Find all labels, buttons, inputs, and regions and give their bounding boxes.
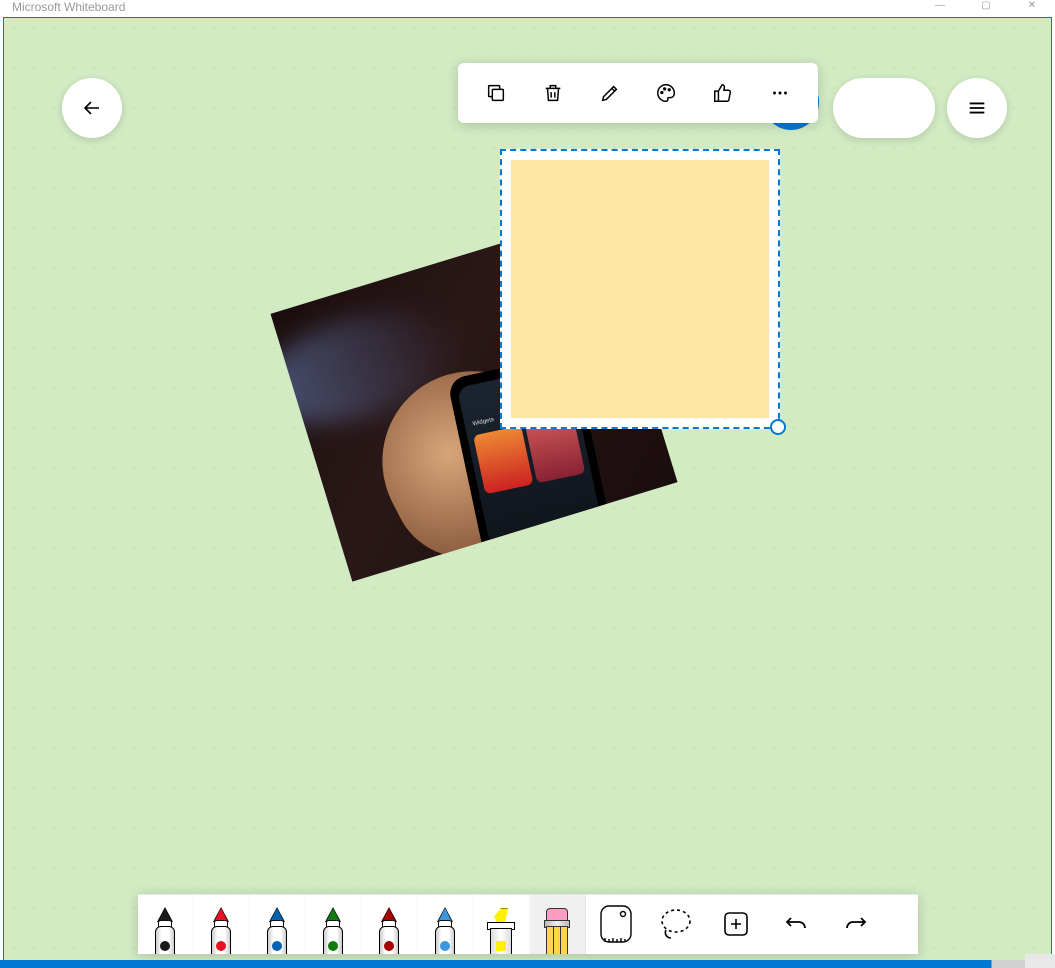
windows-taskbar[interactable] xyxy=(0,960,1055,968)
palette-icon xyxy=(655,82,677,104)
undo-button[interactable] xyxy=(766,894,826,954)
arrow-left-icon xyxy=(80,96,104,120)
selection-toolbar xyxy=(458,63,818,123)
back-button[interactable] xyxy=(62,78,122,138)
image-detail-widgets: Widgets xyxy=(472,417,494,427)
pen-red[interactable] xyxy=(194,894,250,954)
maximize-button[interactable]: ▢ xyxy=(963,0,1009,14)
whiteboard-canvas[interactable]: 9:41 Widgets xyxy=(4,18,1051,964)
pen-darkred[interactable] xyxy=(362,894,418,954)
collaborators-pill[interactable] xyxy=(833,78,935,138)
window-title: Microsoft Whiteboard xyxy=(12,0,125,14)
resize-handle[interactable] xyxy=(770,419,786,435)
edit-button[interactable] xyxy=(588,71,632,115)
eraser-tool[interactable] xyxy=(530,894,586,954)
more-horizontal-icon xyxy=(769,82,791,104)
redo-icon xyxy=(843,911,869,937)
ruler-icon xyxy=(599,904,633,944)
pen-toolbar xyxy=(138,894,918,954)
pen-lightblue[interactable] xyxy=(418,894,474,954)
copy-button[interactable] xyxy=(474,71,518,115)
lasso-icon xyxy=(658,906,694,942)
close-button[interactable]: ✕ xyxy=(1009,0,1055,14)
add-tool[interactable] xyxy=(706,894,766,954)
lasso-tool[interactable] xyxy=(646,894,706,954)
redo-button[interactable] xyxy=(826,894,886,954)
pen-blue[interactable] xyxy=(250,894,306,954)
thumbs-up-icon xyxy=(712,82,734,104)
pencil-icon xyxy=(599,82,621,104)
sticky-note[interactable] xyxy=(511,160,769,418)
sticky-note-selection[interactable] xyxy=(500,149,780,429)
like-button[interactable] xyxy=(701,71,745,115)
pen-black[interactable] xyxy=(138,894,194,954)
color-picker-button[interactable] xyxy=(644,71,688,115)
copy-icon xyxy=(485,82,507,104)
undo-icon xyxy=(783,911,809,937)
plus-square-icon xyxy=(723,911,749,937)
hamburger-icon xyxy=(966,97,988,119)
taskbar-tray[interactable] xyxy=(1025,954,1055,968)
trash-icon xyxy=(542,82,564,104)
titlebar: Microsoft Whiteboard — ▢ ✕ xyxy=(0,0,1055,14)
delete-button[interactable] xyxy=(531,71,575,115)
ruler-tool[interactable] xyxy=(586,894,646,954)
minimize-button[interactable]: — xyxy=(917,0,963,14)
pen-green[interactable] xyxy=(306,894,362,954)
settings-menu-button[interactable] xyxy=(947,78,1007,138)
more-button[interactable] xyxy=(758,71,802,115)
highlighter-yellow[interactable] xyxy=(474,894,530,954)
